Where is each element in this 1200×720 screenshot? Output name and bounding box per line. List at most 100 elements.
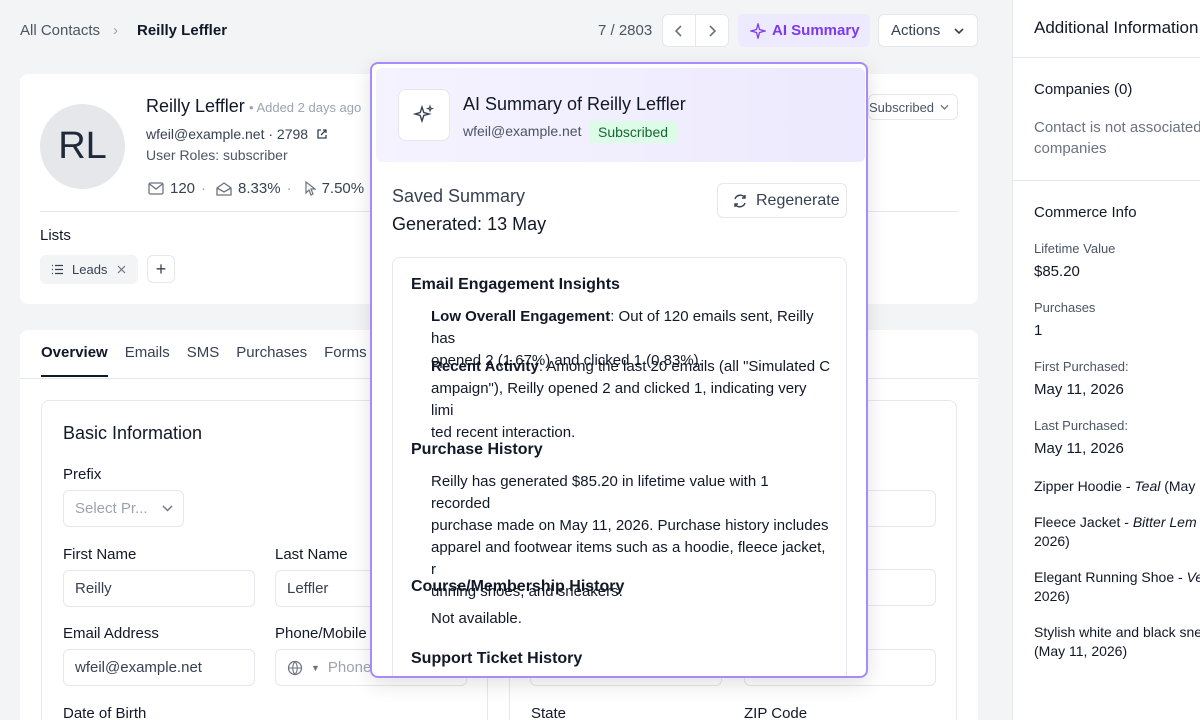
recent-activity-text-2: ampaign"), Reilly opened 2 and clicked 1… [431,380,807,419]
last-name-label: Last Name [275,546,348,563]
purchased-item: Stylish white and black sne (May 11, 2026… [1034,623,1200,661]
chevron-left-icon [674,24,682,37]
course-heading: Course/Membership History [411,578,625,595]
item-name: Elegant Running Shoe - [1034,569,1187,585]
external-link-icon[interactable] [316,128,328,140]
purchased-item: Elegant Running Shoe - Ve 2026) [1034,568,1200,606]
purchase-line: apparel and footwear items such as a hoo… [431,539,826,578]
status-badge: Subscribed [589,121,678,143]
saved-summary-label: Saved Summary [392,186,526,206]
tab-forms[interactable]: Forms [324,344,367,377]
commerce-info-title: Commerce Info [1034,204,1137,221]
breadcrumb-current: Reilly Leffler [137,22,228,39]
ai-summary-button[interactable]: AI Summary [738,14,870,47]
breadcrumb-all-contacts[interactable]: All Contacts [20,22,100,39]
lists-label: Lists [40,227,71,244]
chevron-down-icon [162,505,173,512]
tab-purchases[interactable]: Purchases [236,344,307,377]
prefix-select[interactable]: Select Pr... [63,490,184,527]
item-name: Fleece Jacket - [1034,514,1133,530]
item-date: 2026) [1034,588,1070,604]
ai-summary-header: AI Summary of Reilly Leffler wfeil@examp… [376,68,865,162]
companies-empty-text-2: companies [1034,140,1107,157]
purchases-value: 1 [1034,322,1043,339]
phone-label: Phone/Mobile [275,625,367,642]
purchased-item: Fleece Jacket - Bitter Lem 2026) [1034,513,1197,551]
recent-activity-label: Recent Activity [431,358,539,375]
refresh-icon [734,194,746,207]
open-rate: 8.33% [238,180,281,197]
ai-summary-title: AI Summary of Reilly Leffler [463,94,686,114]
divider [1013,180,1200,181]
click-rate: 7.50% [321,180,365,197]
last-purchased-label: Last Purchased: [1034,418,1128,433]
tab-emails[interactable]: Emails [125,344,170,377]
lifetime-value: $85.20 [1034,263,1080,280]
first-name-label: First Name [63,546,137,563]
contact-email: wfeil@example.net · 2798 [146,126,309,142]
regenerate-label: Regenerate [756,191,840,209]
avatar: RL [40,104,125,189]
email-stats: 120 · 8.33% · 7.50% [148,180,364,197]
dob-label: Date of Birth [63,705,147,720]
ai-summary-email: wfeil@example.net [463,123,582,139]
recent-activity-text: : Among the last 20 emails (all "Simulat… [538,358,831,375]
ai-summary-label: AI Summary [772,22,860,39]
support-heading: Support Ticket History [411,650,583,667]
contact-email-line: wfeil@example.net · 2798 [146,126,328,142]
sparkle-icon [750,22,766,39]
prefix-label: Prefix [63,466,102,483]
tab-sms[interactable]: SMS [187,344,220,377]
zip-label: ZIP Code [744,705,808,720]
chevron-down-icon [940,104,949,110]
state-label: State [531,705,567,720]
tab-overview[interactable]: Overview [41,344,108,377]
subscription-status-dropdown[interactable]: Subscribed [868,94,958,120]
low-engagement-label: Low Overall Engagement [431,308,611,325]
first-purchased-label: First Purchased: [1034,359,1129,374]
item-date: 2026) [1034,533,1070,549]
purchases-label: Purchases [1034,300,1096,315]
item-variant: Teal [1134,478,1161,494]
purchase-heading: Purchase History [411,441,543,458]
emails-sent: 120 [170,180,196,197]
added-date: • Added 2 days ago [249,100,362,115]
remove-tag-icon[interactable] [117,265,126,274]
additional-information-panel: Additional Information Companies (0) Con… [1012,0,1200,720]
last-name-value: Leffler [287,580,329,597]
pager-buttons [662,14,729,47]
regenerate-button[interactable]: Regenerate [717,183,847,218]
item-variant: Bitter Lem [1132,514,1197,530]
next-contact-button[interactable] [696,15,728,46]
item-name: Stylish white and black sne [1034,624,1200,640]
actions-dropdown[interactable]: Actions [878,14,978,47]
first-purchased-value: May 11, 2026 [1034,381,1124,398]
engagement-recent: Recent Activity: Among the last 20 email… [431,356,831,444]
basic-information-title: Basic Information [63,423,203,443]
item-date: (May [1160,478,1196,494]
previous-contact-button[interactable] [663,15,696,46]
item-date: (May 11, 2026) [1034,643,1128,659]
email-input[interactable]: wfeil@example.net [63,649,255,686]
first-name-input[interactable]: Reilly [63,570,255,607]
purchased-item: Zipper Hoodie - Teal (May [1034,477,1195,496]
phone-placeholder: Phone [327,659,372,676]
list-tag-label: Leads [72,262,108,277]
item-variant: Ve [1186,569,1200,585]
top-bar: All Contacts › Reilly Leffler 7 / 2803 A… [0,0,1010,62]
generated-date: Generated: 13 May [392,214,547,234]
caret-down-icon: ▼ [311,662,320,673]
subscription-status: Subscribed [869,99,935,115]
add-list-button[interactable]: + [147,255,175,283]
course-text: Not available. [431,610,522,627]
purchase-line: purchase made on May 11, 2026. Purchase … [431,517,829,534]
list-tag: Leads [40,255,138,284]
mail-open-icon [216,181,232,196]
summary-content: Email Engagement Insights Low Overall En… [392,257,847,676]
user-roles: User Roles: subscriber [146,147,288,163]
globe-icon[interactable] [287,660,303,676]
chevron-right-icon [709,24,717,37]
list-icon [52,264,63,275]
last-purchased-value: May 11, 2026 [1034,440,1124,457]
email-label: Email Address [63,625,159,642]
